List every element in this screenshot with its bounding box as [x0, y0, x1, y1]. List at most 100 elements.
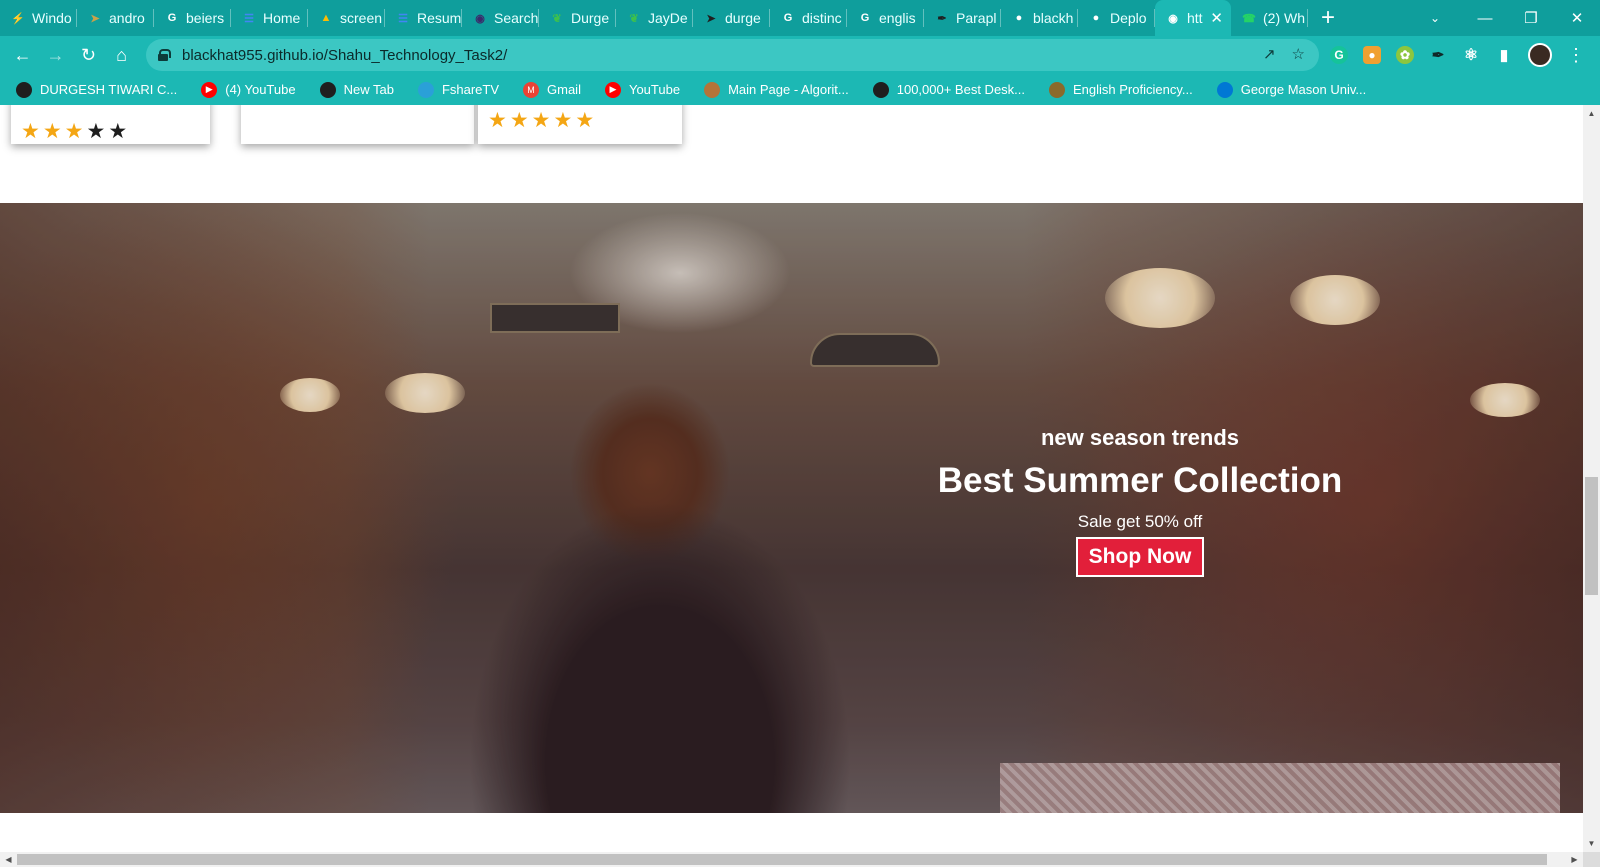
browser-tab[interactable]: ● blackh: [1001, 0, 1078, 36]
bookmark-item[interactable]: Main Page - Algorit...: [704, 81, 849, 98]
profile-avatar[interactable]: [1528, 43, 1552, 67]
home-icon[interactable]: ⌂: [105, 39, 138, 72]
side-panel-icon[interactable]: ▮: [1495, 46, 1513, 64]
browser-tab[interactable]: ◉ Search: [462, 0, 539, 36]
scroll-left-arrow-icon[interactable]: ◀: [0, 852, 17, 867]
share-icon[interactable]: ↗: [1263, 45, 1276, 63]
honey-extension-icon[interactable]: ●: [1363, 46, 1381, 64]
hero-text-block: new season trends Best Summer Collection…: [910, 413, 1370, 577]
bookmark-label: 100,000+ Best Desk...: [896, 82, 1026, 97]
url-text[interactable]: blackhat955.github.io/Shahu_Technology_T…: [182, 47, 507, 64]
grammarly-extension-icon[interactable]: G: [1330, 46, 1348, 64]
horizontal-scroll-thumb[interactable]: [17, 854, 1547, 865]
minimize-icon[interactable]: —: [1462, 0, 1508, 36]
browser-tab[interactable]: ⚡ Windo: [0, 0, 77, 36]
bookmark-label: DURGESH TIWARI C...: [40, 82, 178, 97]
leaf-icon: ❦: [552, 12, 562, 25]
bookmark-item[interactable]: DURGESH TIWARI C...: [16, 81, 178, 98]
rocket-icon: ➤: [706, 12, 716, 25]
star-filled-icon: ★: [21, 120, 40, 143]
browser-tab[interactable]: ▲ screen: [308, 0, 385, 36]
tab-label: Durge: [571, 10, 610, 26]
bookmark-item[interactable]: ▶ (4) YouTube: [201, 81, 296, 98]
leaf-icon: ❦: [629, 12, 639, 25]
browser-tab[interactable]: Gbeiers: [154, 0, 231, 36]
lock-icon[interactable]: [158, 49, 171, 61]
tab-label: beiers: [186, 10, 225, 26]
browser-tab[interactable]: ✒ Parapl: [924, 0, 1001, 36]
extensions-area: G ● ✿ ✒ ⚛ ▮ ⋮: [1330, 39, 1585, 71]
horizontal-scrollbar[interactable]: ◀ ▶: [0, 852, 1583, 867]
rating-stars: ★ ★ ★ ★ ★: [21, 121, 127, 143]
bookmark-label: (4) YouTube: [225, 82, 296, 97]
bookmark-label: Gmail: [547, 82, 581, 97]
browser-tab[interactable]: ☰ Home: [231, 0, 308, 36]
scroll-down-arrow-icon[interactable]: ▼: [1583, 835, 1600, 852]
bookmark-item[interactable]: M Gmail: [523, 81, 581, 98]
browser-tab[interactable]: Genglis: [847, 0, 924, 36]
product-card[interactable]: ★ ★ ★ ★ ★: [478, 105, 682, 144]
browser-tab[interactable]: ● Deplo: [1078, 0, 1155, 36]
browser-tab[interactable]: ❦ JayDe: [616, 0, 693, 36]
tab-label: Deplo: [1110, 10, 1147, 26]
puzzle-extensions-icon[interactable]: ⚛: [1462, 46, 1480, 64]
docs-icon: ☰: [244, 12, 254, 25]
search-app-icon: ◉: [475, 12, 485, 25]
whatsapp-icon: ☎: [1242, 12, 1256, 25]
back-arrow-icon[interactable]: ←: [6, 39, 39, 72]
bookmark-item[interactable]: 100,000+ Best Desk...: [872, 81, 1026, 98]
browser-tab[interactable]: ➤ andro: [77, 0, 154, 36]
new-tab-button[interactable]: +: [1308, 0, 1348, 36]
browser-tab[interactable]: Gdistinc: [770, 0, 847, 36]
close-icon[interactable]: ✕: [1554, 0, 1600, 36]
restore-icon[interactable]: ❐: [1508, 0, 1554, 36]
rating-stars: ★ ★ ★ ★ ★: [488, 110, 594, 132]
bookmark-item[interactable]: ▶ YouTube: [604, 81, 680, 98]
kebab-menu-icon[interactable]: ⋮: [1567, 45, 1585, 66]
google-icon: G: [860, 12, 870, 24]
tab-label: Resum: [417, 10, 462, 26]
bookmark-label: New Tab: [343, 82, 394, 97]
star-empty-icon: ★: [108, 120, 128, 143]
hero-eyebrow: new season trends: [1040, 425, 1240, 450]
youtube-icon: ▶: [201, 81, 218, 98]
youtube-icon: ▶: [604, 81, 621, 98]
bookmark-item[interactable]: English Proficiency...: [1049, 81, 1193, 98]
product-card[interactable]: [241, 105, 474, 144]
browser-tab[interactable]: ➤ durge: [693, 0, 770, 36]
tab-label: Home: [263, 10, 301, 26]
tab-label: htt: [1187, 10, 1203, 26]
hero-banner: new season trends Best Summer Collection…: [0, 203, 1583, 813]
window-controls: — ❐ ✕: [1462, 0, 1600, 36]
vertical-scrollbar[interactable]: ▲ ▼: [1583, 105, 1600, 852]
scroll-right-arrow-icon[interactable]: ▶: [1566, 852, 1583, 867]
vertical-scroll-thumb[interactable]: [1585, 477, 1598, 595]
bookmark-star-icon[interactable]: ☆: [1292, 45, 1305, 63]
reload-icon[interactable]: ↻: [72, 39, 105, 72]
scrollbar-corner: [1583, 852, 1600, 867]
scroll-up-arrow-icon[interactable]: ▲: [1583, 105, 1600, 122]
product-card[interactable]: ★ ★ ★ ★ ★: [11, 105, 210, 144]
star-filled-icon: ★: [531, 109, 551, 132]
address-bar[interactable]: blackhat955.github.io/Shahu_Technology_T…: [146, 39, 1319, 71]
forward-arrow-icon[interactable]: →: [39, 39, 72, 72]
browser-tab[interactable]: ❦ Durge: [539, 0, 616, 36]
tab-label: englis: [879, 10, 916, 26]
tab-label: Windo: [32, 10, 72, 26]
bookmark-item[interactable]: George Mason Univ...: [1216, 81, 1366, 98]
tab-search-icon[interactable]: ⌄: [1420, 0, 1450, 36]
dictionary-icon: [1049, 81, 1066, 98]
bookmark-item[interactable]: New Tab: [319, 81, 394, 98]
browser-tab[interactable]: ☎ (2) Wh: [1231, 0, 1308, 36]
bookmark-item[interactable]: FshareTV: [417, 81, 499, 98]
pen-extension-icon[interactable]: ✒: [1429, 46, 1447, 64]
shop-now-button[interactable]: Shop Now: [1075, 537, 1205, 577]
tab-label: distinc: [802, 10, 842, 26]
google-icon: G: [167, 12, 177, 24]
tab-close-icon[interactable]: ✕: [1210, 9, 1223, 27]
browser-tab[interactable]: ☰ Resum: [385, 0, 462, 36]
green-extension-icon[interactable]: ✿: [1396, 46, 1414, 64]
github-icon: ●: [1015, 12, 1023, 24]
tab-label: Search: [494, 10, 539, 26]
browser-tab[interactable]: ◉ htt ✕: [1155, 0, 1231, 36]
